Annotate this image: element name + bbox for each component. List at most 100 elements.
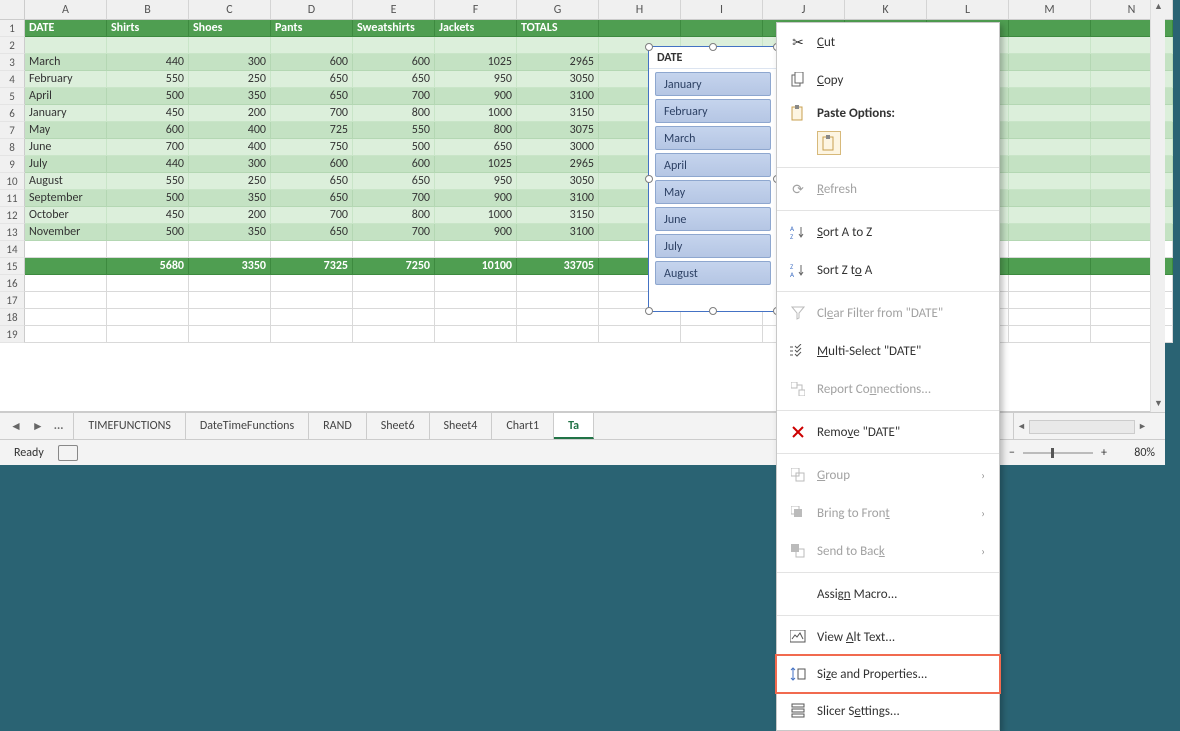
sheet-tab-active[interactable]: Ta [554, 413, 594, 439]
cell[interactable]: 500 [107, 88, 189, 105]
cell[interactable]: 400 [189, 139, 271, 156]
cell[interactable]: 350 [189, 88, 271, 105]
cell[interactable]: 5680 [107, 258, 189, 275]
cell[interactable] [25, 241, 107, 258]
cell[interactable]: 700 [271, 105, 353, 122]
cell[interactable]: 700 [271, 207, 353, 224]
cell[interactable]: 600 [271, 54, 353, 71]
cell[interactable] [1009, 258, 1091, 275]
cell[interactable]: 3100 [517, 190, 599, 207]
cell[interactable] [353, 309, 435, 326]
menu-multi-select[interactable]: Multi-Select "DATE" [777, 332, 999, 370]
row-header[interactable]: 10 [0, 173, 25, 190]
row-header[interactable]: 14 [0, 241, 25, 258]
cell[interactable]: 1000 [435, 105, 517, 122]
column-header[interactable]: K [845, 0, 927, 20]
row-header[interactable]: 18 [0, 309, 25, 326]
cell[interactable] [1009, 156, 1091, 173]
cell[interactable] [353, 326, 435, 343]
slicer-item[interactable]: March [655, 126, 771, 150]
cell[interactable]: 650 [271, 190, 353, 207]
cell[interactable] [353, 37, 435, 54]
cell[interactable]: 200 [189, 105, 271, 122]
cell[interactable]: 800 [435, 122, 517, 139]
cell[interactable] [1009, 207, 1091, 224]
cell[interactable]: June [25, 139, 107, 156]
row-header[interactable]: 13 [0, 224, 25, 241]
cell[interactable] [517, 309, 599, 326]
resize-handle-icon[interactable] [709, 43, 717, 51]
vertical-scrollbar[interactable]: ▲ ▼ [1150, 0, 1165, 412]
menu-view-alt-text[interactable]: View Alt Text... [777, 618, 999, 656]
cell[interactable] [599, 20, 681, 37]
slicer-item[interactable]: May [655, 180, 771, 204]
cell[interactable]: 2965 [517, 54, 599, 71]
cell[interactable]: 700 [353, 190, 435, 207]
macro-record-icon[interactable] [58, 445, 78, 461]
cell[interactable]: Jackets [435, 20, 517, 37]
cell[interactable]: 650 [271, 88, 353, 105]
cell[interactable] [1009, 105, 1091, 122]
column-header[interactable]: L [927, 0, 1009, 20]
row-header[interactable]: 6 [0, 105, 25, 122]
cell[interactable] [1009, 275, 1091, 292]
cell[interactable] [107, 292, 189, 309]
cell[interactable]: 650 [435, 139, 517, 156]
menu-slicer-settings[interactable]: Slicer Settings... [777, 692, 999, 730]
column-header[interactable]: G [517, 0, 599, 20]
column-header[interactable]: F [435, 0, 517, 20]
cell[interactable] [107, 241, 189, 258]
column-header[interactable]: E [353, 0, 435, 20]
cell[interactable]: 440 [107, 156, 189, 173]
cell[interactable] [107, 326, 189, 343]
cell[interactable] [1009, 37, 1091, 54]
cell[interactable]: 600 [353, 156, 435, 173]
row-header[interactable]: 8 [0, 139, 25, 156]
scroll-up-icon[interactable]: ▲ [1151, 0, 1166, 15]
cell[interactable]: January [25, 105, 107, 122]
row-header[interactable]: 3 [0, 54, 25, 71]
cell[interactable]: August [25, 173, 107, 190]
menu-sort-az[interactable]: AZ Sort A to Z [777, 213, 999, 251]
hscroll-track[interactable] [1029, 420, 1135, 434]
cell[interactable] [1009, 71, 1091, 88]
sheet-tab[interactable]: TIMEFUNCTIONS [74, 413, 185, 439]
cell[interactable]: March [25, 54, 107, 71]
row-header[interactable]: 19 [0, 326, 25, 343]
cell[interactable]: 500 [107, 224, 189, 241]
tab-overflow-icon[interactable]: ... [54, 419, 64, 434]
cell[interactable]: 450 [107, 105, 189, 122]
cell[interactable] [435, 37, 517, 54]
row-header[interactable]: 12 [0, 207, 25, 224]
menu-copy[interactable]: Copy [777, 61, 999, 99]
cell[interactable] [1009, 20, 1091, 37]
cell[interactable] [353, 241, 435, 258]
cell[interactable]: 550 [107, 71, 189, 88]
cell[interactable] [517, 241, 599, 258]
cell[interactable] [189, 241, 271, 258]
cell[interactable]: 725 [271, 122, 353, 139]
cell[interactable] [25, 275, 107, 292]
zoom-out-icon[interactable]: − [1009, 446, 1015, 460]
scroll-down-icon[interactable]: ▼ [1151, 397, 1166, 412]
cell[interactable]: November [25, 224, 107, 241]
cell[interactable] [1009, 173, 1091, 190]
cell[interactable] [435, 275, 517, 292]
cell[interactable] [435, 326, 517, 343]
slicer-date[interactable]: DATE JanuaryFebruaryMarchAprilMayJuneJul… [648, 46, 778, 312]
row-header[interactable]: 16 [0, 275, 25, 292]
cell[interactable] [189, 309, 271, 326]
sheet-tab[interactable]: Chart1 [492, 413, 554, 439]
cell[interactable]: 2965 [517, 156, 599, 173]
cell[interactable]: May [25, 122, 107, 139]
cell[interactable]: 250 [189, 71, 271, 88]
cell[interactable]: 950 [435, 71, 517, 88]
cell[interactable]: 1025 [435, 156, 517, 173]
cell[interactable] [681, 326, 763, 343]
sheet-tab[interactable]: Sheet4 [430, 413, 493, 439]
cell[interactable] [189, 275, 271, 292]
cell[interactable]: 800 [353, 105, 435, 122]
column-header[interactable]: I [681, 0, 763, 20]
cell[interactable]: Pants [271, 20, 353, 37]
cell[interactable]: 600 [353, 54, 435, 71]
